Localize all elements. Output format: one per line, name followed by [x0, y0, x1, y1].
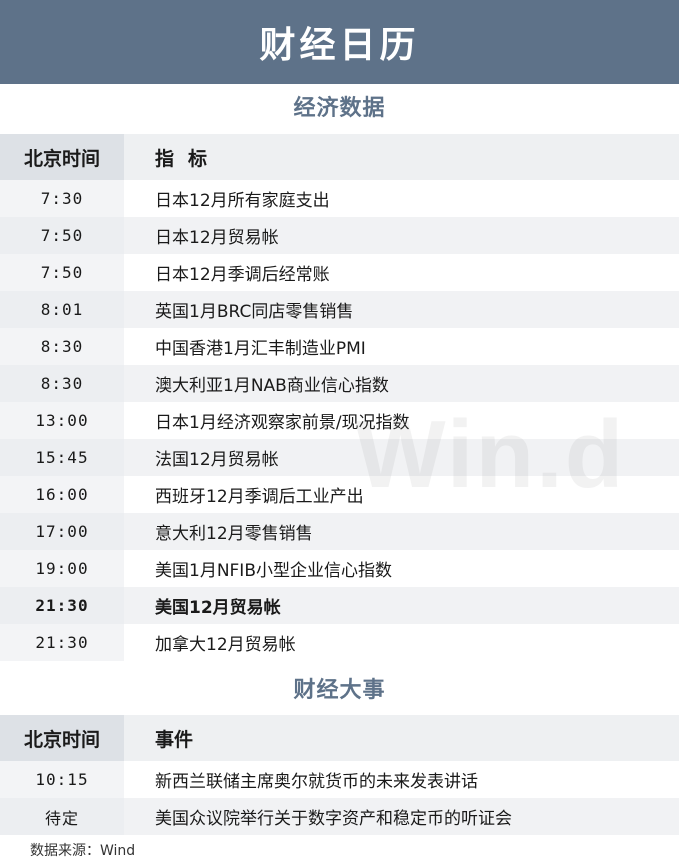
row-label: 西班牙12月季调后工业产出 — [155, 487, 364, 507]
econ-table: 北京时间 指标 7:30 日本12月所有家庭支出 7:50 日本12月贸易帐 7:50 日… — [0, 134, 679, 661]
row-time: 7:50 — [0, 217, 124, 254]
row-label: 澳大利亚1月NAB商业信心指数 — [124, 365, 679, 402]
econ-header-time: 北京时间 — [0, 134, 124, 180]
table-row: 15:45 法国12月贸易帐 — [0, 439, 679, 476]
econ-header-indicator: 指标 — [124, 134, 679, 180]
econ-table-body: 7:30 日本12月所有家庭支出 7:50 日本12月贸易帐 7:50 日本12月季调后经… — [0, 180, 679, 661]
table-row: 21:30 美国12月贸易帐 — [0, 587, 679, 624]
table-row: 7:30 日本12月所有家庭支出 — [0, 180, 679, 217]
row-label: 美国1月NFIB小型企业信心指数 — [155, 561, 392, 581]
table-row: 7:50 日本12月贸易帐 — [0, 217, 679, 254]
row-time: 19:00 — [0, 550, 124, 587]
row-time: 13:00 — [0, 402, 124, 439]
row-label: 美国12月贸易帐 — [124, 587, 679, 624]
table-row: 待定 美国众议院举行关于数字资产和稳定币的听证会 — [0, 798, 679, 835]
table-row: 17:00 意大利12月零售销售 — [0, 513, 679, 550]
row-label: 法国12月贸易帐 — [124, 439, 679, 476]
row-time: 15:45 — [0, 439, 124, 476]
events-table-header: 北京时间 事件 — [0, 715, 679, 761]
table-row: 16:00 西班牙12月季调后工业产出 — [0, 476, 679, 513]
row-time: 10:15 — [0, 761, 124, 798]
events-table-body: 10:15 新西兰联储主席奥尔就货币的未来发表讲话待定 美国众议院举行关于数字资产和… — [0, 761, 679, 835]
calendar-banner: 财经日历 — [0, 0, 679, 84]
row-time: 21:30 — [0, 624, 124, 661]
row-label: 日本12月贸易帐 — [124, 217, 679, 254]
table-row: 21:30 加拿大12月贸易帐 — [0, 624, 679, 661]
table-row: 13:00 日本1月经济观察家前景/现况指数 — [0, 402, 679, 439]
row-label: 中国香港1月汇丰制造业PMI — [155, 339, 366, 359]
events-section-title: 财经大事 — [293, 678, 386, 703]
row-label: 美国众议院举行关于数字资产和稳定币的听证会 — [124, 798, 679, 835]
row-label: 加拿大12月贸易帐 — [155, 635, 296, 655]
row-time: 7:50 — [0, 254, 124, 291]
row-time: 8:30 — [0, 328, 124, 365]
row-label: 英国1月BRC同店零售销售 — [124, 291, 679, 328]
row-label: 日本12月所有家庭支出 — [155, 191, 330, 211]
row-label: 新西兰联储主席奥尔就货币的未来发表讲话 — [155, 772, 478, 792]
row-time: 17:00 — [0, 513, 124, 550]
row-time: 8:01 — [0, 291, 124, 328]
table-row: 8:01 英国1月BRC同店零售销售 — [0, 291, 679, 328]
row-time: 7:30 — [0, 180, 124, 217]
events-header-time: 北京时间 — [0, 715, 124, 761]
row-label: 日本12月季调后经常账 — [155, 265, 330, 285]
table-row: 7:50 日本12月季调后经常账 — [0, 254, 679, 291]
row-time: 21:30 — [0, 587, 124, 624]
row-time: 待定 — [0, 798, 124, 835]
row-time: 16:00 — [0, 476, 124, 513]
row-time: 8:30 — [0, 365, 124, 402]
data-source: 数据来源：Wind — [30, 843, 136, 859]
row-label: 意大利12月零售销售 — [124, 513, 679, 550]
econ-table-header: 北京时间 指标 — [0, 134, 679, 180]
events-table: 北京时间 事件 10:15 新西兰联储主席奥尔就货币的未来发表讲话待定 美国众议院举… — [0, 715, 679, 835]
table-row: 8:30 澳大利亚1月NAB商业信心指数 — [0, 365, 679, 402]
table-row: 8:30 中国香港1月汇丰制造业PMI — [0, 328, 679, 365]
events-header-event: 事件 — [124, 715, 679, 761]
table-row: 10:15 新西兰联储主席奥尔就货币的未来发表讲话 — [0, 761, 679, 798]
econ-section-title: 经济数据 — [293, 96, 386, 121]
row-label: 日本1月经济观察家前景/现况指数 — [155, 413, 410, 433]
page-title: 财经日历 — [259, 25, 420, 66]
table-row: 19:00 美国1月NFIB小型企业信心指数 — [0, 550, 679, 587]
